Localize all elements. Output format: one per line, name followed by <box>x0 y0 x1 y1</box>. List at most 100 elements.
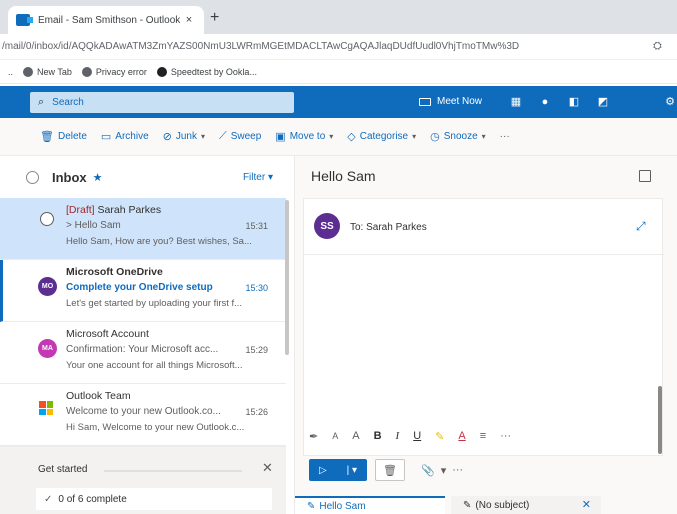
categorise-button[interactable]: ◇ Categorise ▾ <box>347 130 416 143</box>
message-sender: [Draft] Sarah Parkes <box>66 204 162 216</box>
message-item[interactable]: MO Microsoft OneDrive Complete your OneD… <box>0 260 286 322</box>
font-color-icon[interactable]: A <box>458 430 465 442</box>
select-message-checkbox[interactable] <box>40 212 54 226</box>
message-time: 15:29 <box>245 345 268 355</box>
bold-button[interactable]: B <box>374 430 382 442</box>
apps-icon[interactable]: ▦ <box>510 96 522 108</box>
pencil-icon: ✎ <box>463 499 472 511</box>
message-subject: Complete your OneDrive setup <box>66 282 213 293</box>
chevron-down-icon: ▾ <box>440 464 447 477</box>
skype-icon[interactable]: ● <box>539 96 551 108</box>
font-size-icon[interactable]: A <box>332 431 338 441</box>
browser-tab-bar: Email - Sam Smithson - Outlook × + <box>0 0 677 34</box>
globe-icon <box>81 66 92 77</box>
more-icon[interactable]: ··· <box>452 464 463 477</box>
italic-button[interactable]: I <box>396 430 400 442</box>
bookmarks-bar: .. New Tab Privacy error Speedtest by Oo… <box>0 60 677 84</box>
browser-tab[interactable]: Email - Sam Smithson - Outlook × <box>8 6 204 34</box>
bookmark-new-tab[interactable]: New Tab <box>23 66 72 77</box>
meet-now-button[interactable]: Meet Now <box>419 96 482 107</box>
teams-icon[interactable]: ◧ <box>568 96 580 108</box>
speedtest-icon <box>156 66 167 77</box>
search-icon: ⌕ <box>38 96 45 108</box>
message-item[interactable]: [Draft] Sarah Parkes > Hello Sam 15:31 H… <box>0 198 286 260</box>
microsoft-logo-icon <box>39 401 53 415</box>
star-icon[interactable]: ★ <box>93 171 103 184</box>
reading-subject: Hello Sam <box>311 168 376 184</box>
command-bar: 🗑 Delete ▭ Archive ⊘ Junk ▾ ⟋ Sweep ▣ Move to ▾… <box>0 118 677 156</box>
message-subject: Confirmation: Your Microsoft acc... <box>66 344 219 355</box>
trash-icon: 🗑 <box>40 131 54 143</box>
editor-scrollbar[interactable] <box>658 386 662 454</box>
address-bar[interactable]: /mail/0/inbox/id/AQQkADAwATM3ZmYAZS00NmU… <box>0 34 677 60</box>
feedback-icon[interactable]: ◩ <box>597 96 609 108</box>
message-preview: Hello Sam, How are you? Best wishes, Sa.… <box>66 236 252 247</box>
search-input[interactable]: ⌕ Search <box>30 92 294 113</box>
new-tab-button[interactable]: + <box>210 9 219 27</box>
reading-pane: Hello Sam SS To: Sarah Parkes ⤢ ✒ A A B … <box>295 156 677 514</box>
formatting-toolbar: ✒ A A B I U ✎ A ≡ ··· <box>309 426 511 446</box>
message-item[interactable]: Outlook Team Welcome to your new Outlook… <box>0 384 286 446</box>
close-icon[interactable]: ✕ <box>582 498 591 511</box>
chevron-down-icon: ▾ <box>329 132 334 141</box>
move-to-button[interactable]: ▣ Move to ▾ <box>275 130 333 143</box>
superscript-icon[interactable]: A <box>352 430 359 442</box>
message-preview: Let's get started by uploading your firs… <box>66 298 243 309</box>
message-time: 15:30 <box>245 283 268 293</box>
underline-button[interactable]: U <box>413 430 421 442</box>
to-field[interactable]: To: Sarah Parkes <box>350 222 427 233</box>
bookmark-privacy-error[interactable]: Privacy error <box>81 66 147 77</box>
sweep-button[interactable]: ⟋ Sweep <box>219 130 261 143</box>
discard-button[interactable]: 🗑 <box>375 459 405 481</box>
draft-tag: [Draft] <box>66 204 95 216</box>
highlight-icon[interactable]: ✎ <box>435 430 444 443</box>
to-row: SS To: Sarah Parkes ⤢ <box>304 199 664 255</box>
archive-button[interactable]: ▭ Archive <box>101 130 149 143</box>
trash-icon: 🗑 <box>383 464 397 477</box>
url-text[interactable]: /mail/0/inbox/id/AQQkADAwATM3ZmYAZS00NmU… <box>2 41 642 52</box>
send-button[interactable]: ▷ | ▾ <box>309 459 367 481</box>
video-icon <box>419 97 431 106</box>
message-time: 15:26 <box>245 407 268 417</box>
more-actions-button[interactable]: ··· <box>500 131 510 142</box>
snooze-button[interactable]: ◷ Snooze ▾ <box>430 130 486 143</box>
message-sender: Microsoft OneDrive <box>66 266 163 278</box>
avatar: MO <box>38 277 57 296</box>
format-painter-icon[interactable]: ✒ <box>309 430 318 443</box>
draft-tab-hello-sam[interactable]: ✎ Hello Sam <box>295 496 445 514</box>
outlook-icon <box>16 14 33 26</box>
profile-icon[interactable]: ⛭ <box>653 40 667 54</box>
popout-icon[interactable] <box>639 170 651 182</box>
globe-icon <box>23 66 34 77</box>
get-started-progress[interactable]: ✓ 0 of 6 complete <box>36 488 272 510</box>
bookmarks-overflow[interactable]: .. <box>8 67 13 77</box>
search-placeholder: Search <box>52 97 84 108</box>
attach-button[interactable]: 📎 ▾ ··· <box>421 464 463 477</box>
message-time: 15:31 <box>245 221 268 231</box>
filter-button[interactable]: Filter ▾ <box>243 172 273 183</box>
align-icon[interactable]: ≡ <box>480 430 486 442</box>
send-options-chevron-icon[interactable]: | ▾ <box>347 465 357 476</box>
bookmark-speedtest[interactable]: Speedtest by Ookla... <box>156 66 257 77</box>
folder-title: Inbox <box>52 169 87 185</box>
pencil-icon: ✎ <box>307 500 316 512</box>
compose-form: SS To: Sarah Parkes ⤢ <box>303 198 664 456</box>
message-item[interactable]: MA Microsoft Account Confirmation: Your … <box>0 322 286 384</box>
more-formatting-button[interactable]: ··· <box>500 430 511 442</box>
archive-icon: ▭ <box>100 131 112 143</box>
select-all-checkbox[interactable] <box>26 170 39 184</box>
tab-close-icon[interactable]: × <box>182 14 196 26</box>
message-subject: Welcome to your new Outlook.co... <box>66 406 221 417</box>
settings-icon[interactable]: ⚙ <box>664 96 676 108</box>
junk-button[interactable]: ⊘ Junk ▾ <box>163 130 205 143</box>
close-icon[interactable]: ✕ <box>262 460 273 476</box>
expand-icon[interactable]: ⤢ <box>636 219 646 234</box>
draft-tab-no-subject[interactable]: ✎ (No subject) ✕ <box>451 496 601 514</box>
chevron-down-icon: ▾ <box>200 132 205 141</box>
clock-icon: ◷ <box>430 131 440 143</box>
broom-icon: ⟋ <box>219 130 227 142</box>
delete-button[interactable]: 🗑 Delete <box>40 130 87 143</box>
chevron-down-icon: ▾ <box>412 132 417 141</box>
message-preview: Hi Sam, Welcome to your new Outlook.c... <box>66 422 245 433</box>
message-list-scrollbar[interactable] <box>285 200 289 355</box>
